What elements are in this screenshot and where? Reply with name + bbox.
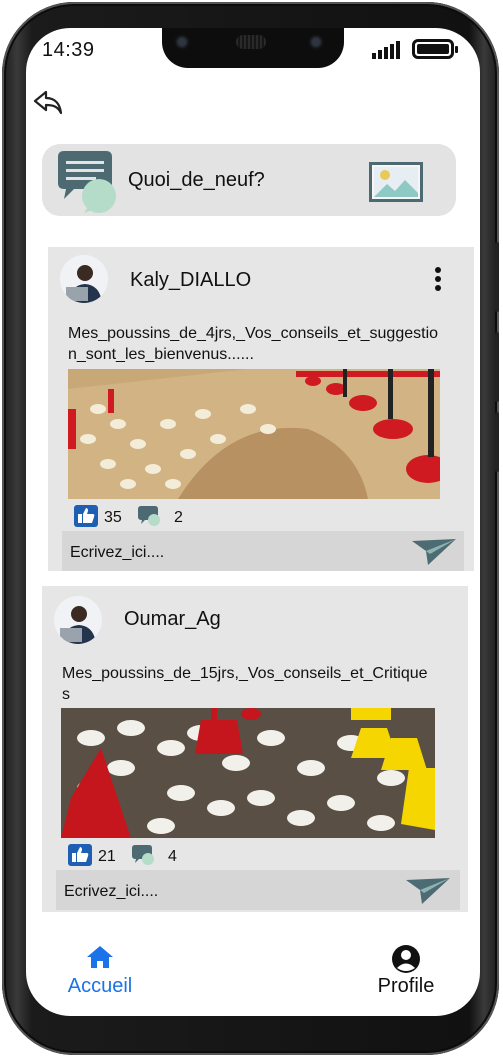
send-icon[interactable] xyxy=(406,876,450,904)
post-card: Kaly_DIALLO Mes_poussins_de_4jrs,_Vos_co… xyxy=(48,247,474,571)
chat-bubbles-icon xyxy=(58,151,116,213)
camera-icon xyxy=(174,34,190,50)
reply-input[interactable]: Ecrivez_ici.... xyxy=(70,544,164,562)
home-icon xyxy=(87,946,113,968)
post-text: Mes_poussins_de_15jrs,_Vos_conseils_et_C… xyxy=(62,665,428,703)
notch xyxy=(162,28,344,68)
post-card: Oumar_Ag Mes_poussins_de_15jrs,_Vos_cons… xyxy=(42,586,468,912)
image-upload-icon[interactable] xyxy=(369,162,423,202)
more-options-icon[interactable] xyxy=(434,267,442,297)
post-author[interactable]: Oumar_Ag xyxy=(124,608,221,631)
comment-count: 4 xyxy=(168,848,177,865)
nav-label: Accueil xyxy=(67,975,133,997)
nav-item-accueil[interactable]: Accueil xyxy=(58,944,142,998)
post-text: Mes_poussins_de_4jrs,_Vos_conseils_et_su… xyxy=(68,325,439,363)
like-icon[interactable] xyxy=(74,505,98,527)
comment-icon[interactable] xyxy=(130,844,156,866)
power-button xyxy=(495,412,499,472)
phone-frame: 14:39 Quoi_de_neuf? Kaly_DIALLO Mes_pous… xyxy=(2,2,499,1055)
comment-icon[interactable] xyxy=(136,505,162,527)
reply-bar: Ecrivez_ici.... xyxy=(56,870,460,910)
post-author[interactable]: Kaly_DIALLO xyxy=(130,269,251,292)
new-post-composer[interactable]: Quoi_de_neuf? xyxy=(42,144,456,216)
volume-button xyxy=(495,242,499,312)
signal-icon xyxy=(372,41,400,59)
composer-prompt[interactable]: Quoi_de_neuf? xyxy=(128,169,265,192)
like-count: 35 xyxy=(104,509,122,526)
reply-bar: Ecrivez_ici.... xyxy=(62,531,464,571)
like-count: 21 xyxy=(98,848,116,865)
send-icon[interactable] xyxy=(412,537,456,565)
volume-button xyxy=(495,332,499,402)
battery-icon xyxy=(412,39,458,59)
comment-count: 2 xyxy=(174,509,183,526)
screen: 14:39 Quoi_de_neuf? Kaly_DIALLO Mes_pous… xyxy=(26,28,480,1016)
post-photo-chickens[interactable] xyxy=(61,708,435,838)
speaker-grille xyxy=(236,35,266,49)
like-icon[interactable] xyxy=(68,844,92,866)
post-photo-chicks[interactable] xyxy=(68,369,440,499)
avatar[interactable] xyxy=(60,255,108,303)
user-circle-icon xyxy=(392,945,420,973)
status-time: 14:39 xyxy=(42,39,95,61)
reply-input[interactable]: Ecrivez_ici.... xyxy=(64,883,158,901)
avatar[interactable] xyxy=(54,596,102,644)
sensor-icon xyxy=(308,34,324,50)
back-arrow-icon[interactable] xyxy=(32,86,64,118)
nav-item-profile[interactable]: Profile xyxy=(364,944,448,998)
nav-label: Profile xyxy=(377,975,435,997)
